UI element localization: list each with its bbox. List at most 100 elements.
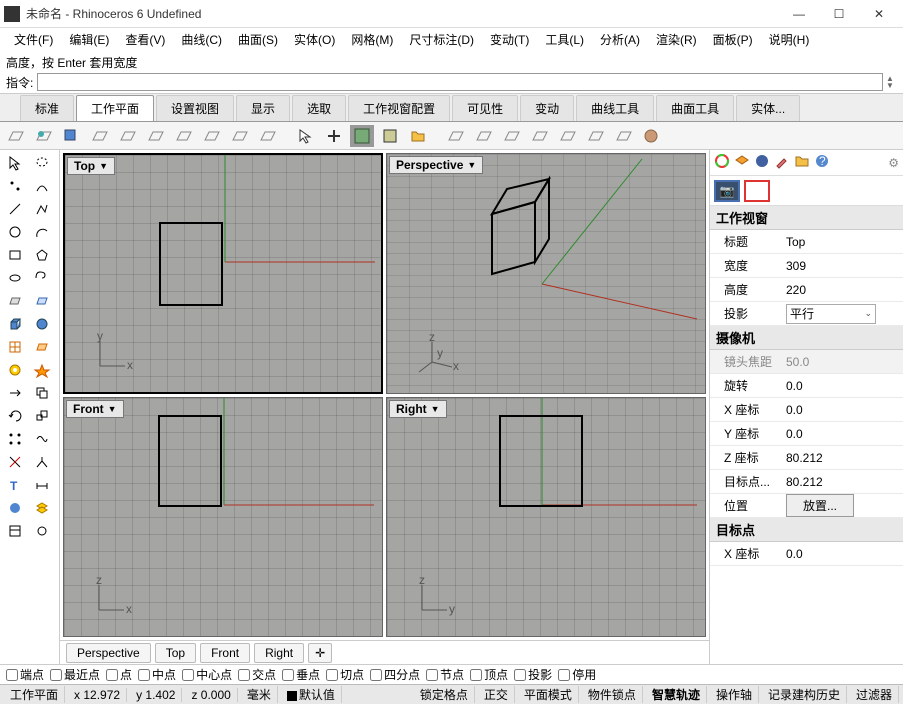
rotate-tool-icon[interactable] (2, 405, 28, 427)
mesh2-tool-icon[interactable] (29, 336, 55, 358)
menu-edit[interactable]: 编辑(E) (63, 29, 115, 50)
cplane-tool-icon[interactable] (556, 125, 580, 147)
viewport-perspective[interactable]: Perspective▼ xzy (386, 153, 706, 394)
layer-tool-icon[interactable] (29, 497, 55, 519)
place-button[interactable]: 放置... (786, 494, 854, 517)
status-layer[interactable]: 默认值 (281, 686, 342, 703)
tab-standard[interactable]: 标准 (20, 95, 74, 121)
folder-icon[interactable] (794, 153, 810, 172)
projection-select[interactable]: 平行⌄ (786, 304, 876, 324)
menu-mesh[interactable]: 网格(M) (345, 29, 399, 50)
prop-value[interactable]: 80.212 (782, 475, 903, 489)
properties-tool-icon[interactable] (2, 520, 28, 542)
pointer-icon[interactable] (294, 125, 318, 147)
vptab-right[interactable]: Right (254, 643, 304, 663)
cplane-tool-icon[interactable] (584, 125, 608, 147)
cplane-tool-icon[interactable] (256, 125, 280, 147)
tab-curvetools[interactable]: 曲线工具 (576, 95, 654, 121)
mesh-tool-icon[interactable] (2, 336, 28, 358)
pointer-tool-icon[interactable] (2, 152, 28, 174)
brush-icon[interactable] (774, 153, 790, 172)
text-tool-icon[interactable]: T (2, 474, 28, 496)
folder-open-icon[interactable] (406, 125, 430, 147)
command-updown[interactable]: ▲▼ (883, 75, 897, 89)
plane-tool-icon[interactable] (29, 290, 55, 312)
viewport-label-front[interactable]: Front▼ (66, 400, 124, 418)
tab-viewportlayout[interactable]: 工作视窗配置 (348, 95, 450, 121)
gear-icon[interactable]: ⚙ (888, 156, 899, 170)
camera-selected-icon[interactable]: 📷 (714, 180, 740, 202)
cplane-tool-icon[interactable] (144, 125, 168, 147)
vptab-perspective[interactable]: Perspective (66, 643, 151, 663)
join-tool-icon[interactable] (29, 428, 55, 450)
material-icon[interactable] (714, 153, 730, 172)
menu-help[interactable]: 说明(H) (763, 29, 816, 50)
osnap-project[interactable]: 投影 (514, 666, 552, 683)
status-gumball[interactable]: 操作轴 (710, 686, 759, 703)
status-plane[interactable]: 工作平面 (4, 686, 65, 703)
render-panel-icon[interactable] (754, 153, 770, 172)
menu-curve[interactable]: 曲线(C) (175, 29, 228, 50)
polyline-tool-icon[interactable] (29, 198, 55, 220)
status-ortho[interactable]: 正交 (478, 686, 515, 703)
tab-select[interactable]: 选取 (292, 95, 346, 121)
cplane-tool-icon[interactable] (500, 125, 524, 147)
prop-value[interactable]: 0.0 (782, 547, 903, 561)
osnap-quad[interactable]: 四分点 (370, 666, 420, 683)
close-button[interactable]: ✕ (859, 2, 899, 26)
status-planar[interactable]: 平面模式 (518, 686, 579, 703)
save-icon[interactable] (378, 125, 402, 147)
sphere-tool-icon[interactable] (29, 313, 55, 335)
scale-tool-icon[interactable] (29, 405, 55, 427)
status-history[interactable]: 记录建构历史 (762, 686, 847, 703)
ellipse-tool-icon[interactable] (2, 267, 28, 289)
tab-visibility[interactable]: 可见性 (452, 95, 518, 121)
tab-surfacetools[interactable]: 曲面工具 (656, 95, 734, 121)
osnap-near[interactable]: 最近点 (50, 666, 100, 683)
maximize-button[interactable]: ☐ (819, 2, 859, 26)
osnap-disable[interactable]: 停用 (558, 666, 596, 683)
tab-display[interactable]: 显示 (236, 95, 290, 121)
osnap-tan[interactable]: 切点 (326, 666, 364, 683)
osnap-knot[interactable]: 节点 (426, 666, 464, 683)
polygon-tool-icon[interactable] (29, 244, 55, 266)
help-panel-icon[interactable]: ? (814, 153, 830, 172)
cplane-tool-icon[interactable] (32, 125, 56, 147)
cplane-tool-icon[interactable] (88, 125, 112, 147)
menu-tools[interactable]: 工具(L) (539, 29, 590, 50)
osnap-perp[interactable]: 垂点 (282, 666, 320, 683)
dim-tool-icon[interactable] (29, 474, 55, 496)
tab-setview[interactable]: 设置视图 (156, 95, 234, 121)
viewport-front[interactable]: Front▼ xz (63, 397, 383, 638)
copy-tool-icon[interactable] (29, 382, 55, 404)
gear-tool-icon[interactable] (2, 359, 28, 381)
command-input[interactable] (37, 73, 883, 91)
rect-tool-icon[interactable] (2, 244, 28, 266)
box-tool-icon[interactable] (2, 313, 28, 335)
vptab-front[interactable]: Front (200, 643, 250, 663)
tab-transform[interactable]: 变动 (520, 95, 574, 121)
options-tool-icon[interactable] (29, 520, 55, 542)
status-unit[interactable]: 毫米 (241, 686, 278, 703)
minimize-button[interactable]: — (779, 2, 819, 26)
layers-panel-icon[interactable] (734, 153, 750, 172)
cplane-tool-icon[interactable] (444, 125, 468, 147)
viewport-label-top[interactable]: Top▼ (67, 157, 115, 175)
cplane-tool-icon[interactable] (528, 125, 552, 147)
menu-view[interactable]: 查看(V) (119, 29, 171, 50)
grid-icon[interactable] (350, 125, 374, 147)
prop-value[interactable]: 0.0 (782, 403, 903, 417)
menu-file[interactable]: 文件(F) (8, 29, 59, 50)
cplane-tool-icon[interactable] (116, 125, 140, 147)
tab-solid[interactable]: 实体... (736, 95, 800, 121)
move-tool-icon[interactable] (2, 382, 28, 404)
rect-icon[interactable] (744, 180, 770, 202)
viewport-label-perspective[interactable]: Perspective▼ (389, 156, 483, 174)
menu-surface[interactable]: 曲面(S) (232, 29, 284, 50)
osnap-vertex[interactable]: 顶点 (470, 666, 508, 683)
cplane-tool-icon[interactable] (200, 125, 224, 147)
pan-icon[interactable] (322, 125, 346, 147)
circle-tool-icon[interactable] (2, 221, 28, 243)
prop-value[interactable]: 0.0 (782, 379, 903, 393)
status-gridsnap[interactable]: 锁定格点 (414, 686, 475, 703)
